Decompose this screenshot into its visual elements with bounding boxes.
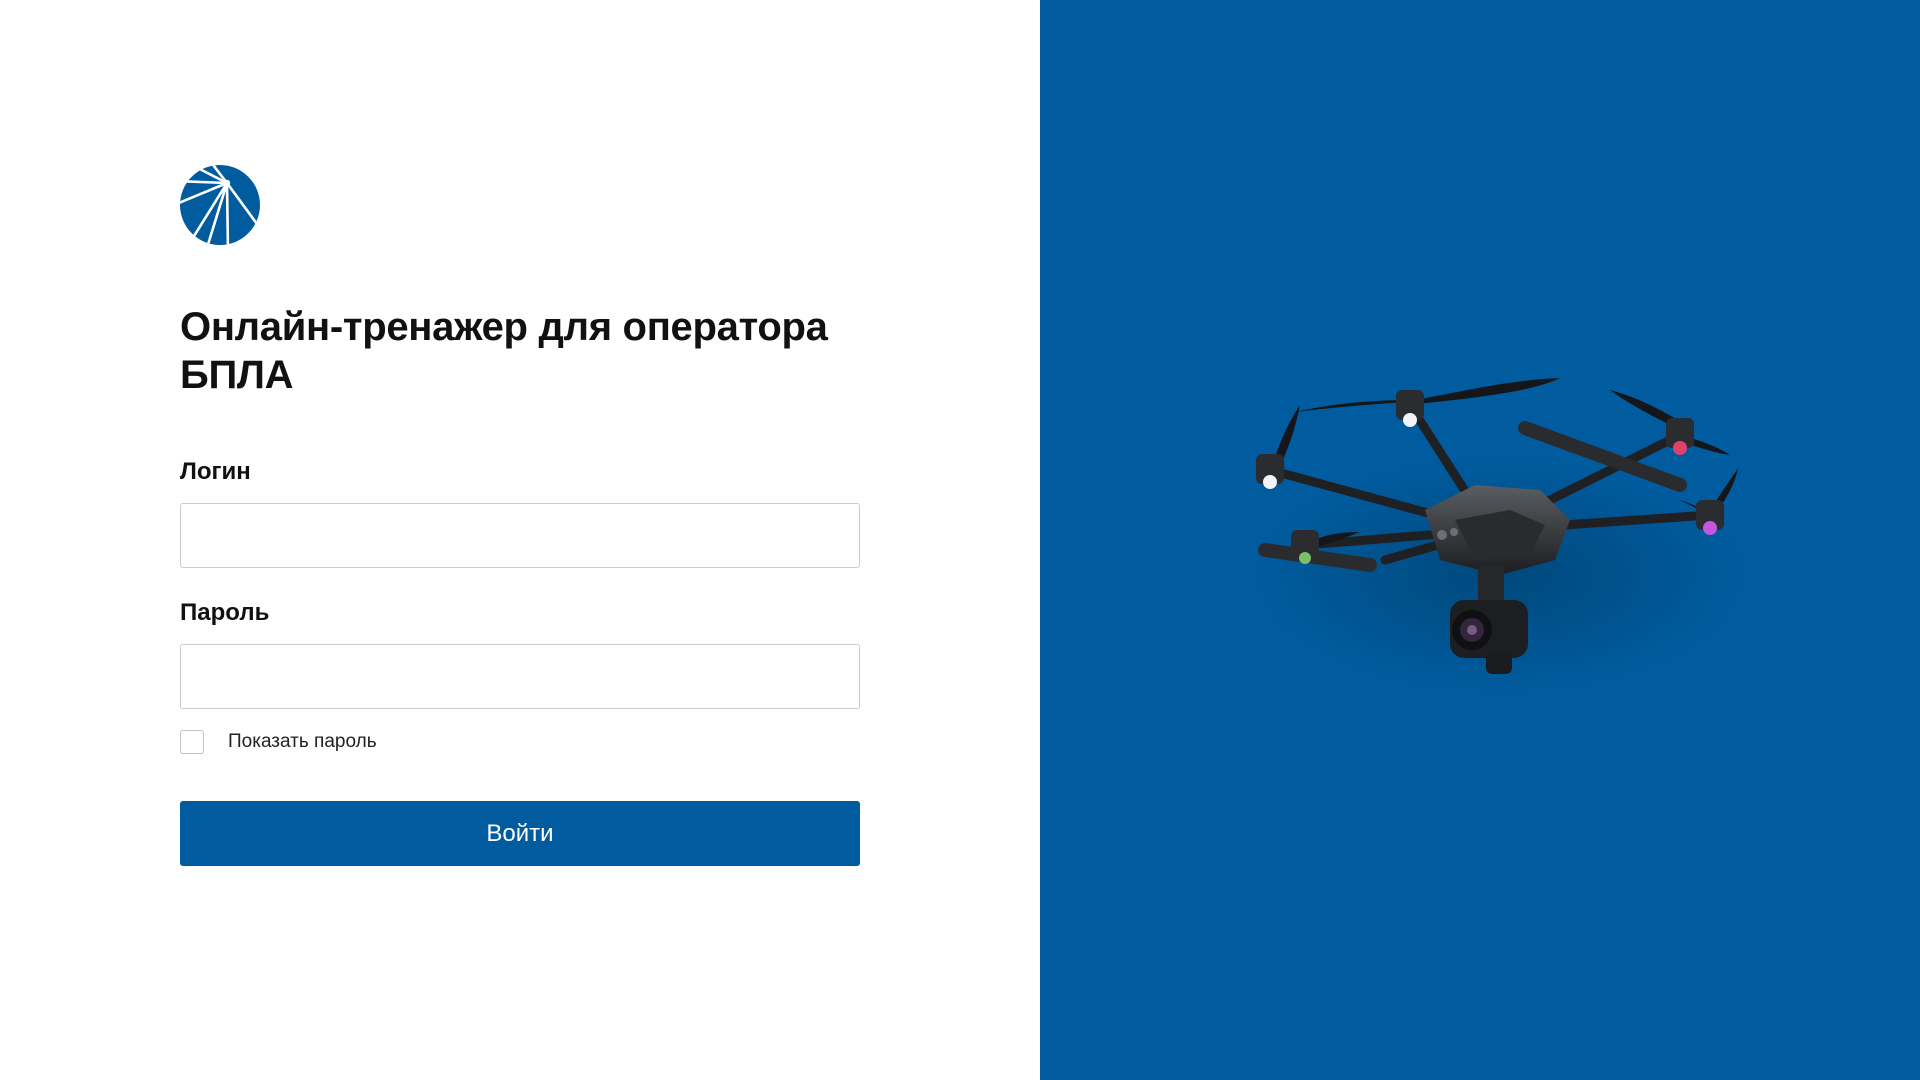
show-password-label[interactable]: Показать пароль bbox=[228, 731, 377, 753]
hero-panel bbox=[1040, 0, 1920, 1080]
login-button[interactable]: Войти bbox=[180, 801, 860, 866]
page-title: Онлайн-тренажер для оператора БПЛА bbox=[180, 305, 828, 397]
sun-rays-logo-icon bbox=[180, 165, 260, 245]
login-form: Онлайн-тренажер для оператора БПЛА Логин… bbox=[180, 165, 860, 866]
login-page: Онлайн-тренажер для оператора БПЛА Логин… bbox=[0, 0, 1920, 1080]
login-input[interactable] bbox=[180, 503, 860, 568]
show-password-row: Показать пароль bbox=[180, 729, 860, 755]
show-password-checkbox[interactable] bbox=[180, 730, 204, 754]
login-panel: Онлайн-тренажер для оператора БПЛА Логин… bbox=[0, 0, 1040, 1080]
login-label: Логин bbox=[180, 458, 251, 485]
hexacopter-drone-icon bbox=[1250, 378, 1750, 695]
password-label: Пароль bbox=[180, 599, 270, 626]
password-input[interactable] bbox=[180, 644, 860, 709]
